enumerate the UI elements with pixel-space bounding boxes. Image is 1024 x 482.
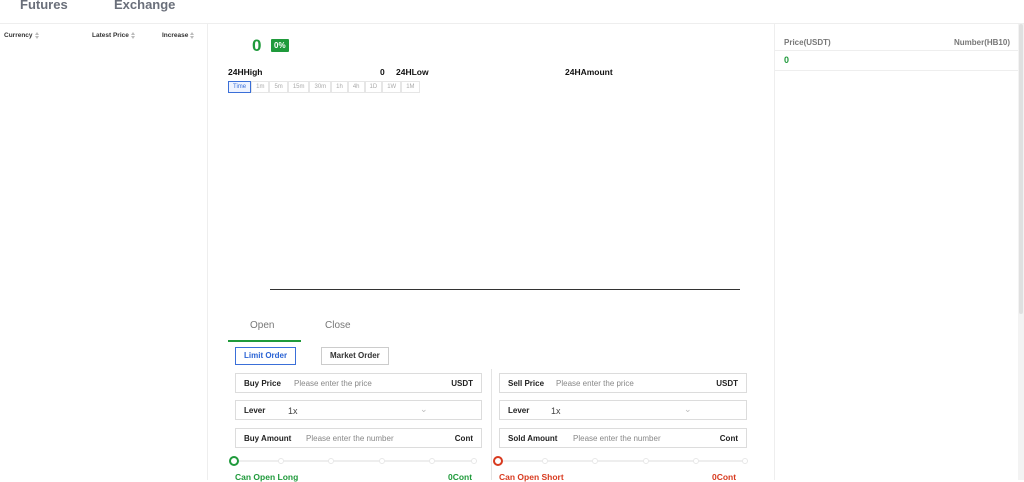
number-column-header: Number(HB10) bbox=[953, 38, 1010, 47]
low-label: 24HLow bbox=[396, 67, 429, 77]
timeframe-selector: Time 1m 5m 15m 30m 1h 4h 1D 1W 1M bbox=[228, 81, 420, 93]
slider-tick bbox=[693, 458, 699, 464]
high-value: 0 bbox=[380, 67, 385, 77]
change-badge: 0% bbox=[271, 39, 289, 52]
can-open-short-value: 0Cont bbox=[712, 472, 737, 482]
amount-label: 24HAmount bbox=[565, 67, 613, 77]
buy-amount-field[interactable]: Buy Amount Please enter the number Cont bbox=[235, 428, 482, 448]
buy-amount-placeholder: Please enter the number bbox=[306, 434, 394, 443]
sell-lever-select[interactable]: Lever 1x ⌄ bbox=[499, 400, 747, 420]
limit-order-button[interactable]: Limit Order bbox=[235, 347, 297, 365]
sell-price-label: Sell Price bbox=[508, 379, 545, 388]
sell-lever-label: Lever bbox=[508, 406, 530, 415]
tab-open[interactable]: Open bbox=[250, 320, 274, 331]
timeframe-time[interactable]: Time bbox=[228, 81, 252, 93]
column-increase[interactable]: Increase bbox=[162, 32, 195, 39]
slider-tick bbox=[328, 458, 334, 464]
can-open-long-value: 0Cont bbox=[448, 472, 473, 482]
orderbook-price-value: 0 bbox=[784, 55, 790, 65]
can-open-short-label: Can Open Short bbox=[499, 472, 564, 482]
chevron-down-icon: ⌄ bbox=[420, 404, 428, 414]
can-open-long-label: Can Open Long bbox=[235, 472, 299, 482]
buy-amount-label: Buy Amount bbox=[244, 434, 292, 443]
trade-center: 0 0% 24HHigh 0 24HLow 24HAmount Time 1m … bbox=[208, 24, 774, 482]
header-divider bbox=[775, 50, 1019, 51]
timeframe-15m[interactable]: 15m bbox=[287, 81, 310, 93]
column-latest-price[interactable]: Latest Price bbox=[92, 32, 136, 39]
chart-baseline bbox=[270, 289, 740, 290]
sell-amount-placeholder: Please enter the number bbox=[573, 434, 661, 443]
buy-lever-label: Lever bbox=[244, 406, 266, 415]
sell-price-placeholder: Please enter the price bbox=[556, 379, 634, 388]
timeframe-4h[interactable]: 4h bbox=[347, 81, 365, 93]
slider-tick bbox=[429, 458, 435, 464]
sort-icon bbox=[130, 32, 136, 39]
slider-tick bbox=[278, 458, 284, 464]
sell-price-unit: USDT bbox=[716, 379, 738, 388]
buy-amount-slider[interactable] bbox=[229, 456, 477, 466]
timeframe-1w[interactable]: 1W bbox=[382, 81, 402, 93]
sell-price-field[interactable]: Sell Price Please enter the price USDT bbox=[499, 373, 747, 393]
column-currency[interactable]: Currency bbox=[4, 32, 40, 39]
active-tab-indicator bbox=[228, 340, 301, 342]
column-latest-price-label: Latest Price bbox=[92, 32, 129, 39]
slider-track bbox=[493, 460, 748, 462]
tab-close[interactable]: Close bbox=[325, 320, 351, 331]
slider-tick bbox=[379, 458, 385, 464]
sell-lever-value: 1x bbox=[551, 406, 561, 416]
slider-tick bbox=[471, 458, 477, 464]
timeframe-1mo[interactable]: 1M bbox=[401, 81, 420, 93]
slider-handle[interactable] bbox=[493, 456, 503, 466]
buy-lever-select[interactable]: Lever 1x ⌄ bbox=[235, 400, 482, 420]
buy-price-field[interactable]: Buy Price Please enter the price USDT bbox=[235, 373, 482, 393]
market-order-button[interactable]: Market Order bbox=[321, 347, 389, 365]
slider-track bbox=[229, 460, 477, 462]
sell-amount-slider[interactable] bbox=[493, 456, 748, 466]
market-list: Currency Latest Price Increase bbox=[0, 24, 208, 480]
buy-lever-value: 1x bbox=[288, 406, 298, 416]
slider-tick bbox=[592, 458, 598, 464]
high-label: 24HHigh bbox=[228, 67, 263, 77]
scrollbar-thumb[interactable] bbox=[1019, 24, 1023, 314]
timeframe-30m[interactable]: 30m bbox=[309, 81, 332, 93]
page-scrollbar[interactable] bbox=[1018, 24, 1024, 480]
slider-tick bbox=[542, 458, 548, 464]
column-currency-label: Currency bbox=[4, 32, 33, 39]
tab-futures[interactable]: Futures bbox=[20, 0, 68, 12]
slider-tick bbox=[742, 458, 748, 464]
timeframe-5m[interactable]: 5m bbox=[269, 81, 288, 93]
order-tabs: Open Close bbox=[228, 318, 501, 342]
column-increase-label: Increase bbox=[162, 32, 189, 39]
timeframe-1h[interactable]: 1h bbox=[331, 81, 348, 93]
tab-exchange[interactable]: Exchange bbox=[114, 0, 175, 12]
slider-handle[interactable] bbox=[229, 456, 239, 466]
chevron-down-icon: ⌄ bbox=[684, 404, 692, 414]
sell-amount-label: Sold Amount bbox=[508, 434, 558, 443]
buy-price-label: Buy Price bbox=[244, 379, 281, 388]
timeframe-1d[interactable]: 1D bbox=[364, 81, 383, 93]
sort-icon bbox=[190, 32, 195, 39]
last-price: 0 bbox=[252, 36, 262, 55]
buy-sell-divider bbox=[491, 369, 492, 480]
timeframe-1m[interactable]: 1m bbox=[251, 81, 270, 93]
top-nav: Futures Exchange bbox=[0, 0, 1024, 24]
slider-tick bbox=[643, 458, 649, 464]
buy-amount-unit: Cont bbox=[454, 434, 473, 443]
buy-price-placeholder: Please enter the price bbox=[294, 379, 372, 388]
sort-icon bbox=[34, 32, 40, 39]
sell-amount-field[interactable]: Sold Amount Please enter the number Cont bbox=[499, 428, 747, 448]
buy-price-unit: USDT bbox=[451, 379, 473, 388]
price-column-header: Price(USDT) bbox=[784, 38, 831, 47]
sell-amount-unit: Cont bbox=[719, 434, 738, 443]
row-divider bbox=[775, 70, 1019, 71]
order-book: Price(USDT) Number(HB10) 0 bbox=[774, 24, 1019, 480]
